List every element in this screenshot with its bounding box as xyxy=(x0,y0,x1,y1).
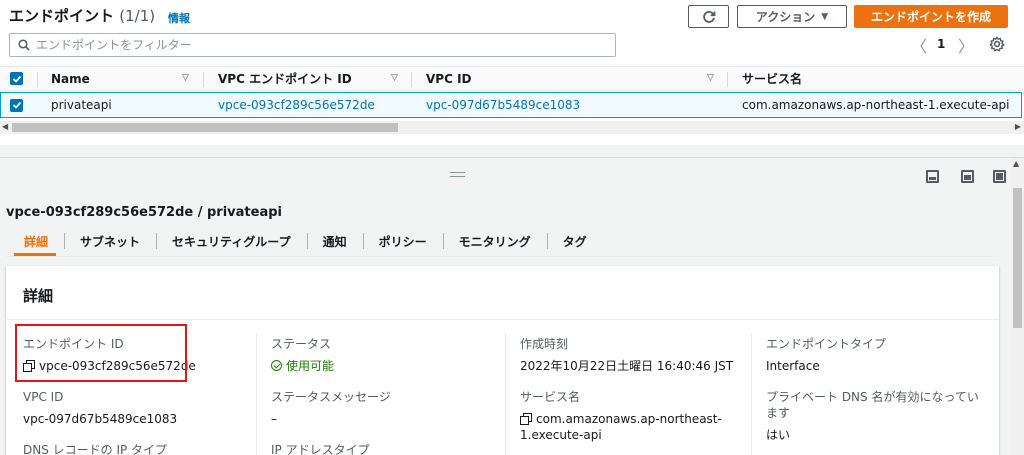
details-panel-title: 詳細 xyxy=(23,287,54,305)
endpoints-panel: エンドポイント (1/1) 情報 アクション ▼ エンドポイントを作成 〈 1 … xyxy=(0,0,1024,145)
endpoint-type-value: Interface xyxy=(766,359,820,373)
service-name-line-2: 1.execute-api xyxy=(520,428,602,442)
tab-monitoring[interactable]: モニタリング xyxy=(442,227,547,255)
service-name-line-1: com.amazonaws.ap-northeast- xyxy=(536,412,722,426)
column-divider xyxy=(37,72,38,87)
table-header: Name ▽ VPC エンドポイント ID ▽ VPC ID ▽ サービス名 xyxy=(0,66,1024,91)
scroll-right-icon[interactable]: ▶ xyxy=(1015,122,1021,131)
service-name-label: サービス名 xyxy=(520,390,581,404)
tab-tags[interactable]: タグ xyxy=(546,227,603,255)
tab-details[interactable]: 詳細 xyxy=(6,227,64,256)
private-dns-label-line-1: プライベート DNS 名が有効になってい xyxy=(766,390,979,404)
tabs-underline xyxy=(6,256,999,257)
details-column-4: エンドポイントタイプ Interface プライベート DNS 名が有効になって… xyxy=(766,336,996,455)
prev-page-button[interactable]: 〈 xyxy=(911,33,927,57)
details-column-3: 作成時刻 2022年10月22日土曜日 16:40:46 JST サービス名 c… xyxy=(520,336,750,455)
scroll-left-icon[interactable]: ◀ xyxy=(2,122,8,131)
private-dns-label: プライベート DNS 名が有効になってい ます xyxy=(766,389,996,421)
column-divider xyxy=(751,334,752,455)
created-time-value: 2022年10月22日土曜日 16:40:46 JST xyxy=(520,359,734,373)
vpc-id-link[interactable]: vpc-097d67b5489ce1083 xyxy=(23,411,253,427)
column-header-endpoint-id[interactable]: VPC エンドポイント ID xyxy=(218,67,352,90)
vertical-scrollbar[interactable]: ▲ xyxy=(1011,158,1024,455)
filter-search xyxy=(9,33,616,57)
created-time-label: 作成時刻 xyxy=(520,337,569,351)
column-divider xyxy=(411,72,412,87)
column-divider xyxy=(203,72,204,87)
column-header-name[interactable]: Name xyxy=(51,67,90,90)
info-link[interactable]: 情報 xyxy=(168,10,190,26)
scroll-up-icon[interactable]: ▲ xyxy=(1013,159,1019,168)
private-dns-label-line-2: ます xyxy=(766,406,791,420)
private-dns-value: はい xyxy=(766,428,791,442)
filter-input[interactable] xyxy=(36,38,596,52)
details-column-2: ステータス 使用可能 ステータスメッセージ – IP アドレスタイプ xyxy=(271,336,501,455)
sort-icon[interactable]: ▽ xyxy=(707,73,714,83)
column-divider xyxy=(505,334,506,455)
page-title-text: エンドポイント xyxy=(9,7,115,25)
sort-icon[interactable]: ▽ xyxy=(182,73,189,83)
actions-label: アクション xyxy=(755,10,816,24)
refresh-icon xyxy=(702,10,715,23)
row-endpoint-id-link[interactable]: vpce-093cf289c56e572de xyxy=(218,93,375,117)
select-all-checkbox[interactable] xyxy=(10,67,23,90)
next-page-button[interactable]: 〉 xyxy=(958,33,974,57)
tab-notifications[interactable]: 通知 xyxy=(306,227,363,255)
status-value: 使用可能 xyxy=(271,358,501,374)
checkbox-checked-icon xyxy=(10,98,23,112)
search-icon xyxy=(18,39,30,51)
column-header-service-name[interactable]: サービス名 xyxy=(742,67,802,90)
detail-tabs: 詳細 サブネット セキュリティグループ 通知 ポリシー モニタリング タグ xyxy=(6,226,603,256)
column-divider xyxy=(256,334,257,455)
row-service-name: com.amazonaws.ap-northeast-1.execute-api xyxy=(742,98,1010,112)
status-message-value: – xyxy=(271,412,277,426)
vpc-id-label: VPC ID xyxy=(23,390,64,404)
detail-title: vpce-093cf289c56e572de / privateapi xyxy=(6,205,282,220)
current-page[interactable]: 1 xyxy=(937,37,945,51)
service-name-value: com.amazonaws.ap-northeast- 1.execute-ap… xyxy=(520,411,750,443)
column-header-vpc-id[interactable]: VPC ID xyxy=(426,67,472,90)
gear-icon[interactable] xyxy=(989,36,1005,52)
panel-divider xyxy=(0,157,1024,158)
endpoint-type-label: エンドポイントタイプ xyxy=(766,337,887,351)
ip-address-type-label: IP アドレスタイプ xyxy=(271,443,370,455)
tab-subnets[interactable]: サブネット xyxy=(64,227,156,255)
create-endpoint-button[interactable]: エンドポイントを作成 xyxy=(854,5,1008,28)
scrollbar-thumb[interactable] xyxy=(1013,188,1022,328)
status-text: 使用可能 xyxy=(286,359,335,373)
copy-icon[interactable] xyxy=(520,413,532,425)
actions-dropdown[interactable]: アクション ▼ xyxy=(737,5,847,28)
tab-security-groups[interactable]: セキュリティグループ xyxy=(156,227,307,255)
details-panel-header: 詳細 xyxy=(6,266,999,320)
refresh-button[interactable] xyxy=(688,5,729,28)
status-message-label: ステータスメッセージ xyxy=(271,390,391,404)
layout-bottom-large-icon[interactable] xyxy=(961,170,974,183)
checkbox-checked-icon xyxy=(10,72,23,85)
selection-count: (1/1) xyxy=(119,7,156,25)
row-name: privateapi xyxy=(51,98,112,112)
sort-icon[interactable]: ▽ xyxy=(391,73,398,83)
caret-down-icon: ▼ xyxy=(821,11,829,22)
layout-full-icon[interactable] xyxy=(993,170,1006,183)
column-divider xyxy=(727,72,728,87)
scrollbar-thumb[interactable] xyxy=(12,123,398,132)
page-title: エンドポイント (1/1) xyxy=(9,5,155,26)
tab-policy[interactable]: ポリシー xyxy=(362,227,443,255)
check-circle-icon xyxy=(271,360,282,371)
highlight-box xyxy=(15,324,187,382)
horizontal-scrollbar[interactable]: ◀ ▶ xyxy=(0,121,1024,134)
table-row[interactable]: privateapi vpce-093cf289c56e572de vpc-09… xyxy=(0,92,1022,118)
resize-handle-icon[interactable] xyxy=(450,172,465,177)
status-label: ステータス xyxy=(271,337,332,351)
row-checkbox[interactable] xyxy=(10,93,23,117)
dns-record-ip-type-label: DNS レコードの IP タイプ xyxy=(23,443,168,455)
layout-bottom-small-icon[interactable] xyxy=(926,170,939,183)
row-vpc-id-link[interactable]: vpc-097d67b5489ce1083 xyxy=(426,93,580,117)
